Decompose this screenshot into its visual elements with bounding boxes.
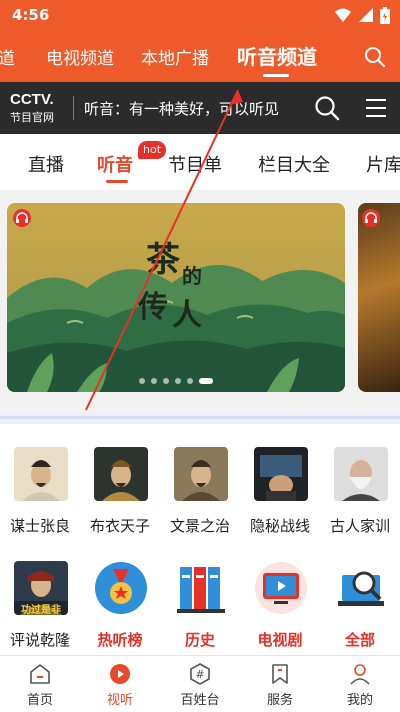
channel-tab-tv[interactable]: 电视频道 bbox=[46, 44, 114, 69]
tab-library[interactable]: 片库 bbox=[366, 151, 400, 177]
cctv-logo-text: CCTV. bbox=[10, 91, 54, 108]
top-header: 4:56 道 电视频道 本地广播 听音频道 bbox=[0, 0, 400, 82]
hot-badge: hot bbox=[138, 141, 167, 159]
thumb-caption: 功过是非 bbox=[21, 605, 61, 615]
banner-dot[interactable] bbox=[151, 378, 157, 384]
category-label: 历史 bbox=[184, 631, 215, 649]
category-label: 全部 bbox=[344, 631, 375, 649]
channel-tab-local-radio[interactable]: 本地广播 bbox=[141, 44, 209, 69]
banner-dot[interactable] bbox=[199, 378, 213, 384]
headphone-icon bbox=[13, 209, 31, 227]
nav-label: 服务 bbox=[266, 693, 293, 708]
nav-item[interactable]: 我的 bbox=[320, 656, 400, 712]
banner-dot[interactable] bbox=[163, 378, 169, 384]
category-item[interactable]: 古人家训 bbox=[320, 447, 400, 547]
tab-columns[interactable]: 栏目大全 bbox=[258, 151, 330, 177]
category-label: 评说乾隆 bbox=[9, 631, 70, 649]
bookmark-icon bbox=[272, 664, 288, 684]
banner-calligraphy-title: 茶 的 传 人 bbox=[137, 240, 202, 333]
sub-tab-bar: 直播 听音 节目单 栏目大全 片库 bbox=[0, 134, 400, 190]
channel-active-indicator bbox=[263, 74, 289, 77]
profile-icon bbox=[350, 664, 370, 685]
search-icon[interactable] bbox=[314, 95, 340, 121]
portrait-elder-icon bbox=[334, 447, 388, 501]
banner-pagination bbox=[7, 378, 345, 384]
nav-label: 百姓台 bbox=[180, 693, 220, 708]
home-icon bbox=[30, 664, 50, 684]
category-label: 隐秘战线 bbox=[249, 517, 310, 535]
tab-active-indicator bbox=[106, 180, 128, 183]
category-item[interactable]: 布衣天子 bbox=[80, 447, 160, 547]
banner-dot[interactable] bbox=[175, 378, 181, 384]
category-item[interactable]: 电视剧 bbox=[240, 561, 320, 661]
menu-icon[interactable] bbox=[364, 96, 388, 120]
banner-dot[interactable] bbox=[139, 378, 145, 384]
portrait-spy-icon bbox=[254, 447, 308, 501]
portrait-wenjing-icon bbox=[174, 447, 228, 501]
nav-item[interactable]: 首页 bbox=[0, 656, 80, 712]
cctv-bar: CCTV. 节目官网 听音：有一种美好，可以听见 bbox=[0, 82, 400, 134]
hashtag-glyph: # bbox=[195, 668, 204, 681]
category-item[interactable]: 功过是非 评说乾隆 bbox=[0, 561, 80, 661]
nav-item[interactable]: # 百姓台 bbox=[160, 656, 240, 712]
wifi-icon bbox=[335, 8, 351, 22]
hashtag-icon: # bbox=[190, 663, 210, 685]
banner-dot[interactable] bbox=[187, 378, 193, 384]
battery-icon bbox=[380, 6, 390, 24]
portrait-zhangliang-icon bbox=[14, 447, 68, 501]
banner-title-char-3: 传 bbox=[137, 290, 168, 325]
section-divider bbox=[0, 412, 400, 424]
cctv-divider bbox=[73, 96, 74, 120]
tab-live[interactable]: 直播 bbox=[28, 151, 64, 177]
nav-label: 我的 bbox=[346, 693, 373, 708]
nav-label: 首页 bbox=[26, 693, 53, 708]
category-label: 古人家训 bbox=[329, 517, 390, 535]
channel-tab-partial[interactable]: 道 bbox=[0, 44, 15, 69]
banner-slide[interactable]: 茶 的 传 人 bbox=[7, 203, 345, 392]
portrait-qianlong-icon: 功过是非 bbox=[14, 561, 68, 615]
banner-next-slide[interactable] bbox=[358, 203, 400, 392]
cctv-slogan: 听音：有一种美好，可以听见 bbox=[84, 100, 280, 118]
cell-signal-icon bbox=[359, 8, 373, 22]
play-circle-icon bbox=[110, 664, 130, 684]
headphone-icon bbox=[362, 209, 380, 227]
category-item[interactable]: 历史 bbox=[160, 561, 240, 661]
cctv-logo-sub: 节目官网 bbox=[10, 111, 54, 124]
search-icon[interactable] bbox=[364, 46, 386, 68]
banner-title-char-1: 茶 bbox=[146, 240, 181, 280]
tab-listen[interactable]: 听音 bbox=[97, 151, 133, 177]
category-item[interactable]: 谋士张良 bbox=[0, 447, 80, 547]
status-bar: 4:56 bbox=[0, 0, 400, 30]
banner-title-char-4: 人 bbox=[172, 298, 202, 333]
portrait-emperor-icon bbox=[94, 447, 148, 501]
channel-tab-listen[interactable]: 听音频道 bbox=[237, 41, 317, 70]
category-item[interactable]: 文景之治 bbox=[160, 447, 240, 547]
status-time: 4:56 bbox=[12, 6, 50, 24]
nav-item[interactable]: 服务 bbox=[240, 656, 320, 712]
category-item[interactable]: 全部 bbox=[320, 561, 400, 661]
search-laptop-icon bbox=[334, 561, 388, 615]
category-item[interactable]: 隐秘战线 bbox=[240, 447, 320, 547]
medal-icon bbox=[94, 561, 148, 615]
nav-item[interactable]: 视听 bbox=[80, 656, 160, 712]
category-item[interactable]: 热听榜 bbox=[80, 561, 160, 661]
category-label: 布衣天子 bbox=[89, 517, 150, 535]
tv-play-icon bbox=[254, 561, 308, 615]
channel-bar: 道 电视频道 本地广播 听音频道 bbox=[0, 30, 400, 82]
bottom-nav: 首页 视听 # 百姓台 服务 我的 bbox=[0, 655, 400, 711]
category-label: 热听榜 bbox=[97, 631, 143, 649]
category-label: 谋士张良 bbox=[9, 517, 70, 535]
nav-label: 视听 bbox=[106, 693, 133, 708]
books-icon bbox=[174, 561, 228, 615]
banner-title-char-2: 的 bbox=[182, 264, 202, 288]
tab-schedule[interactable]: 节目单 bbox=[168, 151, 222, 177]
cctv-logo[interactable]: CCTV. 节目官网 bbox=[10, 91, 66, 125]
category-label: 文景之治 bbox=[169, 517, 230, 535]
category-label: 电视剧 bbox=[257, 631, 303, 649]
